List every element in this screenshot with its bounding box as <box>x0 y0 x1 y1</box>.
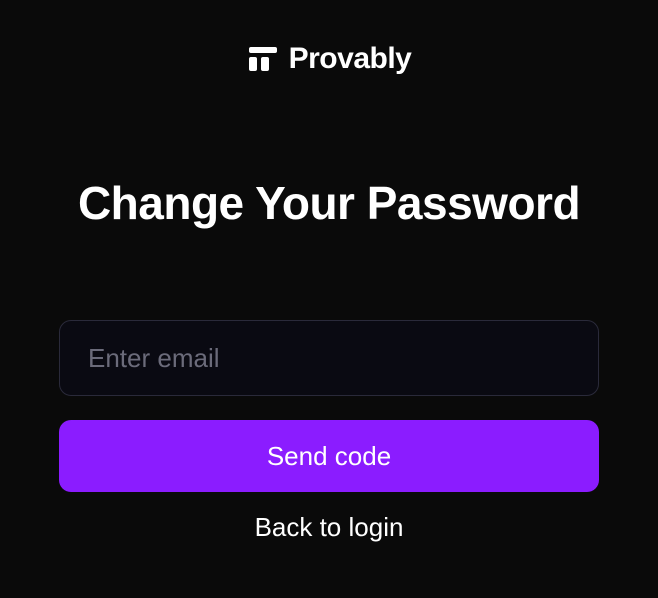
provably-logo-icon <box>247 43 279 75</box>
page-title: Change Your Password <box>78 176 580 230</box>
brand-name: Provably <box>289 42 412 76</box>
send-code-button[interactable]: Send code <box>59 420 599 492</box>
reset-form: Send code Back to login <box>59 320 599 543</box>
page-container: Provably Change Your Password Send code … <box>0 0 658 598</box>
email-field[interactable] <box>59 320 599 396</box>
brand-logo: Provably <box>247 42 412 76</box>
back-to-login-link[interactable]: Back to login <box>59 512 599 543</box>
